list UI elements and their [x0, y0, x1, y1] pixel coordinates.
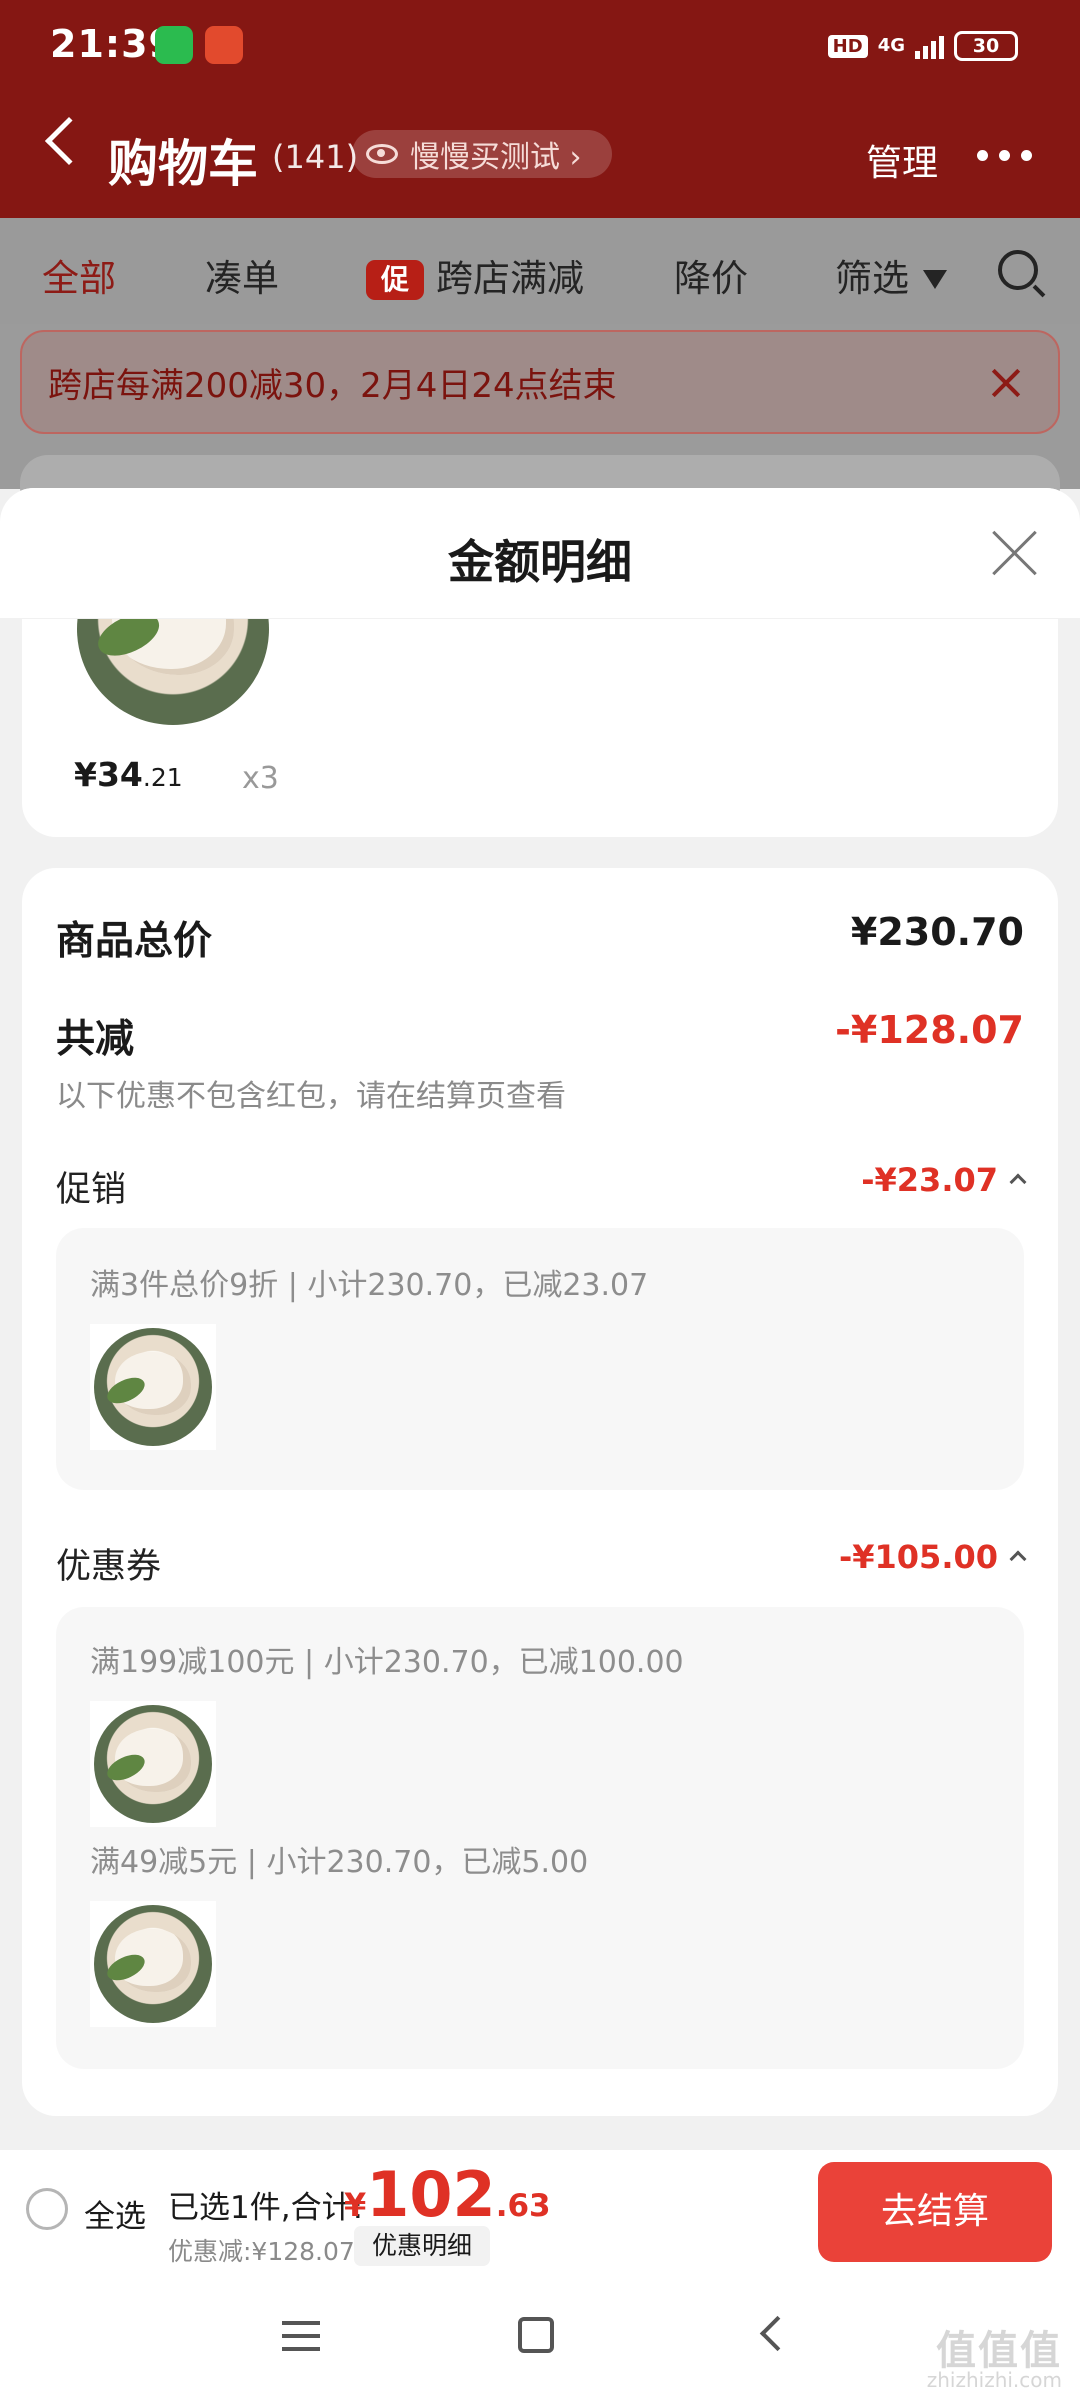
goods-total-value: ¥230.70: [850, 910, 1024, 954]
banner-close-icon[interactable]: [990, 368, 1020, 398]
coupon-value-wrap: -¥105.00: [838, 1538, 1027, 1576]
eye-icon: [366, 144, 398, 164]
close-icon[interactable]: [992, 530, 1038, 576]
checkout-button[interactable]: 去结算: [818, 2162, 1052, 2262]
tab-all[interactable]: 全部: [42, 248, 116, 302]
wechat-icon: [155, 26, 193, 64]
manage-button[interactable]: 管理: [866, 134, 938, 186]
amount-detail-sheet: 金额明细 ¥34.21 x3 商品总价 ¥230.70 共减 -¥128.07 …: [0, 488, 1080, 2150]
back-icon[interactable]: [44, 116, 94, 166]
filter-icon: [923, 270, 947, 289]
coupon-row[interactable]: 优惠券 -¥105.00: [56, 1538, 1027, 1589]
sheet-title: 金额明细: [448, 535, 632, 589]
network-label: 4G: [877, 35, 905, 56]
coupon-product-thumbnail-2: [90, 1901, 216, 2027]
product-card: ¥34.21 x3: [22, 619, 1058, 837]
chicken-wings-image: [77, 619, 269, 725]
app-notification-icon: [205, 26, 243, 64]
sheet-header: 金额明细: [0, 488, 1080, 618]
home-icon[interactable]: [518, 2317, 554, 2353]
signal-icon: [915, 33, 944, 59]
tab-filter[interactable]: 筛选: [835, 248, 947, 302]
promotion-detail: 满3件总价9折 | 小计230.70，已减23.07: [90, 1268, 649, 1303]
promotion-value: -¥23.07: [861, 1161, 998, 1199]
promotion-value-wrap: -¥23.07: [861, 1161, 1027, 1199]
product-quantity: x3: [242, 761, 279, 796]
test-mode-label: 慢慢买测试 ›: [410, 140, 582, 175]
hd-badge: HD: [827, 34, 868, 58]
system-navigation-bar: [0, 2273, 1080, 2400]
checkout-bar: 全选 已选1件,合计: ¥102.63 优惠减:¥128.07 优惠明细 去结算: [0, 2150, 1080, 2273]
filter-label: 筛选: [835, 257, 909, 300]
promotion-banner-text: 跨店每满200减30，2月4日24点结束: [48, 365, 617, 406]
select-all-radio[interactable]: [26, 2188, 68, 2230]
coupon-detail-box: 满199减100元 | 小计230.70，已减100.00 满49减5元 | 小…: [56, 1607, 1024, 2069]
search-icon[interactable]: [998, 250, 1038, 290]
chevron-up-icon: [1009, 1550, 1027, 1568]
watermark-url: zhizhizhi.com: [926, 2368, 1062, 2392]
total-decimal: .63: [495, 2188, 551, 2224]
discount-note: 以下优惠不包含红包，请在结算页查看: [56, 1079, 566, 1114]
total-currency: ¥: [344, 2186, 367, 2224]
promotion-detail-box: 满3件总价9折 | 小计230.70，已减23.07: [56, 1228, 1024, 1490]
chicken-wings-thumbnail: [94, 1328, 212, 1446]
product-price-decimal: .21: [142, 763, 183, 792]
promotion-banner: 跨店每满200减30，2月4日24点结束: [20, 330, 1060, 434]
status-indicators: HD 4G 30: [827, 26, 1018, 66]
page-title: 购物车: [108, 135, 258, 193]
total-reduction-row: 共减 -¥128.07: [56, 1008, 1024, 1064]
more-options-icon[interactable]: [977, 150, 1032, 161]
test-mode-pill[interactable]: 慢慢买测试 ›: [352, 130, 612, 178]
coupon-detail-1: 满199减100元 | 小计230.70，已减100.00: [90, 1645, 684, 1680]
menu-icon[interactable]: [282, 2321, 320, 2351]
goods-total-label: 商品总价: [56, 919, 213, 964]
battery-icon: 30: [954, 31, 1018, 61]
chicken-wings-thumbnail: [94, 1705, 212, 1823]
coupon-value: -¥105.00: [838, 1538, 998, 1576]
total-price: ¥102.63: [344, 2158, 551, 2231]
chevron-up-icon: [1009, 1173, 1027, 1191]
total-reduction-value: -¥128.07: [835, 1008, 1024, 1052]
promotion-tag: 促: [366, 260, 424, 300]
system-back-icon[interactable]: [759, 2315, 796, 2352]
app-header: 21:39 HD 4G 30 购物车 (141) 慢慢买测试 › 管理: [0, 0, 1080, 218]
chicken-wings-thumbnail: [94, 1905, 212, 2023]
coupon-product-thumbnail-1: [90, 1701, 216, 1827]
promotion-label: 促销: [56, 1170, 127, 1210]
promotion-row[interactable]: 促销 -¥23.07: [56, 1161, 1027, 1212]
discount-summary: 优惠减:¥128.07: [168, 2237, 355, 2266]
price-summary-card: 商品总价 ¥230.70 共减 -¥128.07 以下优惠不包含红包，请在结算页…: [22, 868, 1058, 2116]
product-price-main: ¥34: [74, 755, 143, 794]
product-price: ¥34.21: [74, 755, 183, 794]
total-reduction-label: 共减: [56, 1017, 135, 1062]
tab-price-drop[interactable]: 降价: [674, 248, 748, 302]
coupon-detail-2: 满49减5元 | 小计230.70，已减5.00: [90, 1845, 589, 1880]
goods-total-row: 商品总价 ¥230.70: [56, 910, 1024, 966]
promotion-product-thumbnail: [90, 1324, 216, 1450]
coupon-label: 优惠券: [56, 1547, 162, 1587]
tab-cross-store-label: 跨店满减: [436, 257, 584, 300]
select-all-label[interactable]: 全选: [84, 2191, 146, 2236]
cart-tabs: 全部 凑单 促跨店满减 降价 筛选: [0, 218, 1080, 324]
selected-summary: 已选1件,合计:: [168, 2190, 364, 2226]
tab-bundle[interactable]: 凑单: [205, 248, 279, 302]
cart-count: (141): [272, 138, 359, 176]
discount-detail-button[interactable]: 优惠明细: [354, 2226, 491, 2266]
tab-cross-store-discount[interactable]: 促跨店满减: [366, 248, 584, 302]
total-main: 102: [366, 2158, 496, 2231]
